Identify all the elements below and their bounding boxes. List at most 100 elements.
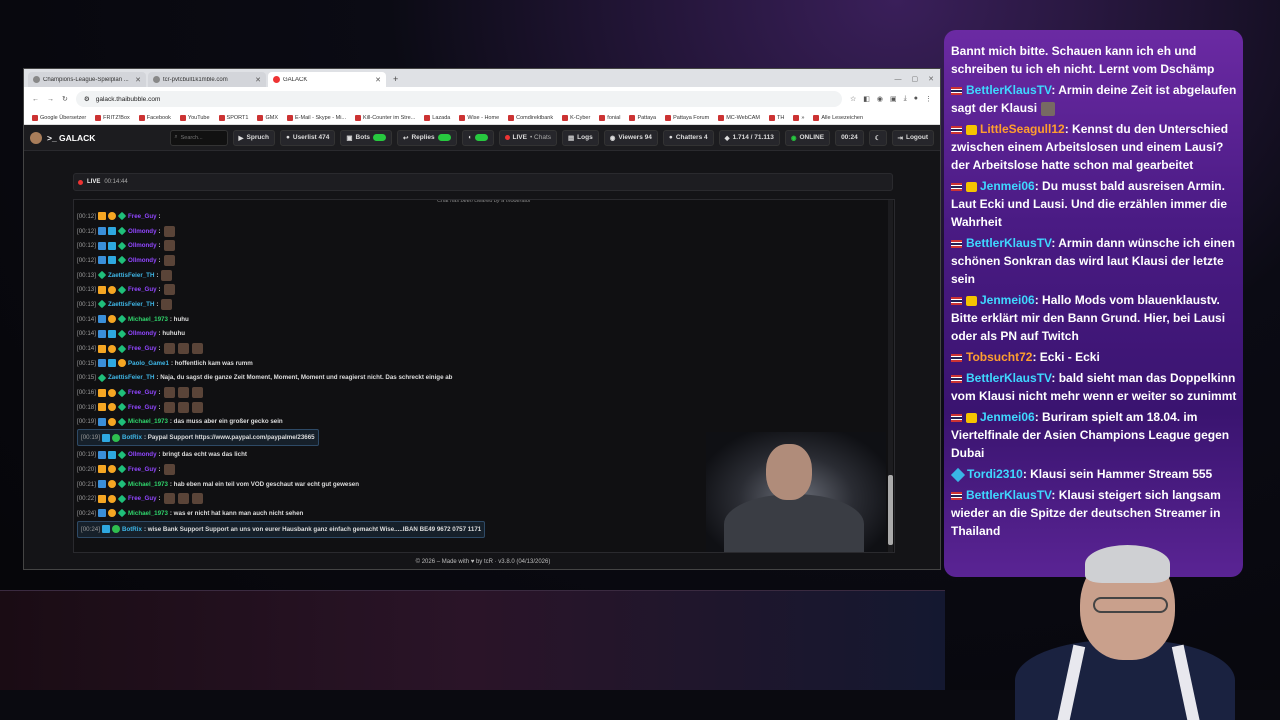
theme-toggle[interactable]: ☾	[868, 129, 887, 146]
bookmark-item[interactable]: E-Mail - Skype - Mi...	[286, 114, 346, 121]
close-icon[interactable]: ✕	[375, 76, 381, 84]
message-username[interactable]: Michael_1973	[128, 510, 168, 517]
toggle-switch[interactable]	[474, 134, 488, 141]
extension-icon[interactable]: ◧	[863, 95, 870, 103]
minimize-button[interactable]: —	[895, 72, 902, 87]
chat-message[interactable]: [00:12] Ollmondy:	[77, 253, 777, 268]
chat-message[interactable]: [00:19] Michael_1973: das muss aber ein g…	[77, 415, 777, 430]
bookmark-item[interactable]: Pattaya	[629, 114, 656, 121]
search-input[interactable]: ⌕ Search...	[169, 129, 228, 146]
message-username[interactable]: Free_Guy	[128, 404, 157, 411]
logs-button[interactable]: ▤ Logs	[562, 129, 599, 146]
message-username[interactable]: Free_Guy	[128, 213, 157, 220]
bookmark-item[interactable]: fonial	[599, 114, 620, 121]
chat-message[interactable]: [00:12] Ollmondy:	[77, 224, 777, 239]
reload-icon[interactable]: ↻	[62, 95, 68, 103]
download-icon[interactable]: ⤓	[904, 95, 907, 103]
toggle-switch[interactable]	[437, 134, 451, 141]
chat-message[interactable]: [00:16] Free_Guy:	[77, 385, 777, 400]
bookmark-item[interactable]: Lazada	[424, 114, 450, 121]
bookmark-item[interactable]: Pattaya Forum	[665, 114, 709, 121]
site-info-icon[interactable]: ⚙	[84, 95, 90, 103]
viewers-stat[interactable]: ◉ Viewers 94	[603, 129, 658, 146]
profile-avatar-icon[interactable]: ●	[914, 95, 918, 103]
bots-toggle[interactable]: ▣ Bots	[340, 129, 392, 146]
live-chats-button[interactable]: LIVE • Chats	[498, 129, 558, 146]
message-username[interactable]: Free_Guy	[128, 466, 157, 473]
browser-tab-3[interactable]: GALACK ✕	[268, 72, 386, 87]
logout-button[interactable]: ⇥ Logout	[891, 129, 934, 146]
chat-message[interactable]: [00:12] Free_Guy:	[77, 209, 777, 224]
chat-message[interactable]: [00:24] BotRix: wise Bank Support Support…	[77, 520, 486, 538]
maximize-button[interactable]: ▢	[912, 72, 919, 87]
app-brand[interactable]: >_ GALACK	[30, 131, 165, 144]
message-username[interactable]: ZaettisFeier_TH	[108, 272, 154, 279]
chat-panel[interactable]: Chat has been cleared by a moderator [00…	[73, 199, 895, 553]
chat-message[interactable]: [00:19] Ollmondy: bringt das echt was das…	[77, 447, 777, 462]
close-icon[interactable]: ✕	[135, 76, 141, 84]
browser-tab-2[interactable]: tcr-pvtcbull1k1mble.com ✕	[148, 72, 266, 87]
message-username[interactable]: Free_Guy	[128, 495, 157, 502]
scrollbar-thumb[interactable]	[888, 475, 893, 545]
bookmark-item[interactable]: Google Übersetzer	[32, 114, 86, 121]
new-tab-button[interactable]: +	[388, 72, 403, 87]
replies-toggle[interactable]: ↩ Replies	[396, 129, 457, 146]
message-username[interactable]: ZaettisFeier_TH	[108, 301, 154, 308]
chat-message[interactable]: [00:22] Free_Guy:	[77, 491, 777, 506]
bookmark-item[interactable]: MC-WebCAM	[718, 114, 760, 121]
message-username[interactable]: Ollmondy	[128, 242, 157, 249]
close-window-button[interactable]: ✕	[928, 72, 934, 87]
message-username[interactable]: Ollmondy	[128, 228, 157, 235]
back-icon[interactable]: ←	[32, 96, 39, 103]
message-username[interactable]: Free_Guy	[128, 345, 157, 352]
spruch-button[interactable]: ▶ Spruch	[232, 129, 275, 146]
message-username[interactable]: ZaettisFeier_TH	[108, 374, 154, 381]
chat-message[interactable]: [00:19] BotRix: Paypal Support https://ww…	[77, 429, 319, 447]
chat-message[interactable]: [00:13] ZaettisFeier_TH:	[77, 268, 777, 283]
bookmark-item[interactable]: »	[793, 114, 804, 121]
message-username[interactable]: Free_Guy	[128, 286, 157, 293]
bookmark-item[interactable]: SPORT1	[218, 114, 248, 121]
browser-tab-1[interactable]: Champions-League-Spielplan ... ✕	[28, 72, 146, 87]
message-username[interactable]: BotRix	[122, 434, 142, 441]
bookmark-item[interactable]: Alle Lesezeichen	[813, 114, 863, 121]
message-username[interactable]: Ollmondy	[128, 330, 157, 337]
message-username[interactable]: Michael_1973	[128, 316, 168, 323]
message-username[interactable]: Ollmondy	[128, 451, 157, 458]
chat-message[interactable]: [00:15] Paolo_Game1: hoffentlich kam was …	[77, 356, 777, 371]
message-username[interactable]: Michael_1973	[128, 418, 168, 425]
extension-icon[interactable]: ▣	[890, 95, 897, 103]
chat-message[interactable]: [00:13] ZaettisFeier_TH:	[77, 297, 777, 312]
toggle-switch[interactable]	[372, 134, 386, 141]
bookmark-item[interactable]: YouTube	[179, 114, 210, 121]
userlist-button[interactable]: ● Userlist 474	[279, 129, 336, 146]
bookmark-item[interactable]: GMX	[257, 114, 278, 121]
url-field[interactable]: ⚙ galack.thaibubble.com	[75, 91, 843, 107]
bookmark-star-icon[interactable]: ☆	[850, 95, 856, 103]
message-username[interactable]: Ollmondy	[128, 257, 157, 264]
message-username[interactable]: Free_Guy	[128, 389, 157, 396]
chat-message[interactable]: [00:24] Michael_1973: was er nicht hat ka…	[77, 506, 777, 521]
chat-message[interactable]: [00:13] Free_Guy:	[77, 282, 777, 297]
extension-icon[interactable]: ◉	[877, 95, 883, 103]
bookmark-item[interactable]: FRITZ!Box	[95, 114, 130, 121]
chat-message[interactable]: [00:20] Free_Guy:	[77, 462, 777, 477]
bookmark-item[interactable]: K-Cyber	[562, 114, 590, 121]
menu-icon[interactable]: ⋮	[925, 95, 932, 103]
chat-message[interactable]: [00:21] Michael_1973: hab eben mal ein te…	[77, 477, 777, 492]
message-username[interactable]: Michael_1973	[128, 481, 168, 488]
chat-message[interactable]: [00:18] Free_Guy:	[77, 400, 777, 415]
chatters-stat[interactable]: ● Chatters 4	[662, 129, 714, 146]
bookmark-item[interactable]: TH	[769, 114, 784, 121]
bookmark-item[interactable]: Comdirektbank	[508, 114, 553, 121]
message-username[interactable]: Paolo_Game1	[128, 360, 169, 367]
chat-message[interactable]: [00:14] Ollmondy: huhuhu	[77, 327, 777, 342]
bookmark-item[interactable]: Facebook	[138, 114, 171, 121]
forward-icon[interactable]: →	[47, 96, 54, 103]
chat-message[interactable]: [00:12] Ollmondy:	[77, 238, 777, 253]
bookmark-item[interactable]: Wise - Home	[459, 114, 499, 121]
chat-message[interactable]: [00:14] Free_Guy:	[77, 341, 777, 356]
message-username[interactable]: BotRix	[122, 526, 142, 533]
sound-toggle[interactable]: ◖	[461, 129, 494, 146]
close-icon[interactable]: ✕	[255, 76, 261, 84]
